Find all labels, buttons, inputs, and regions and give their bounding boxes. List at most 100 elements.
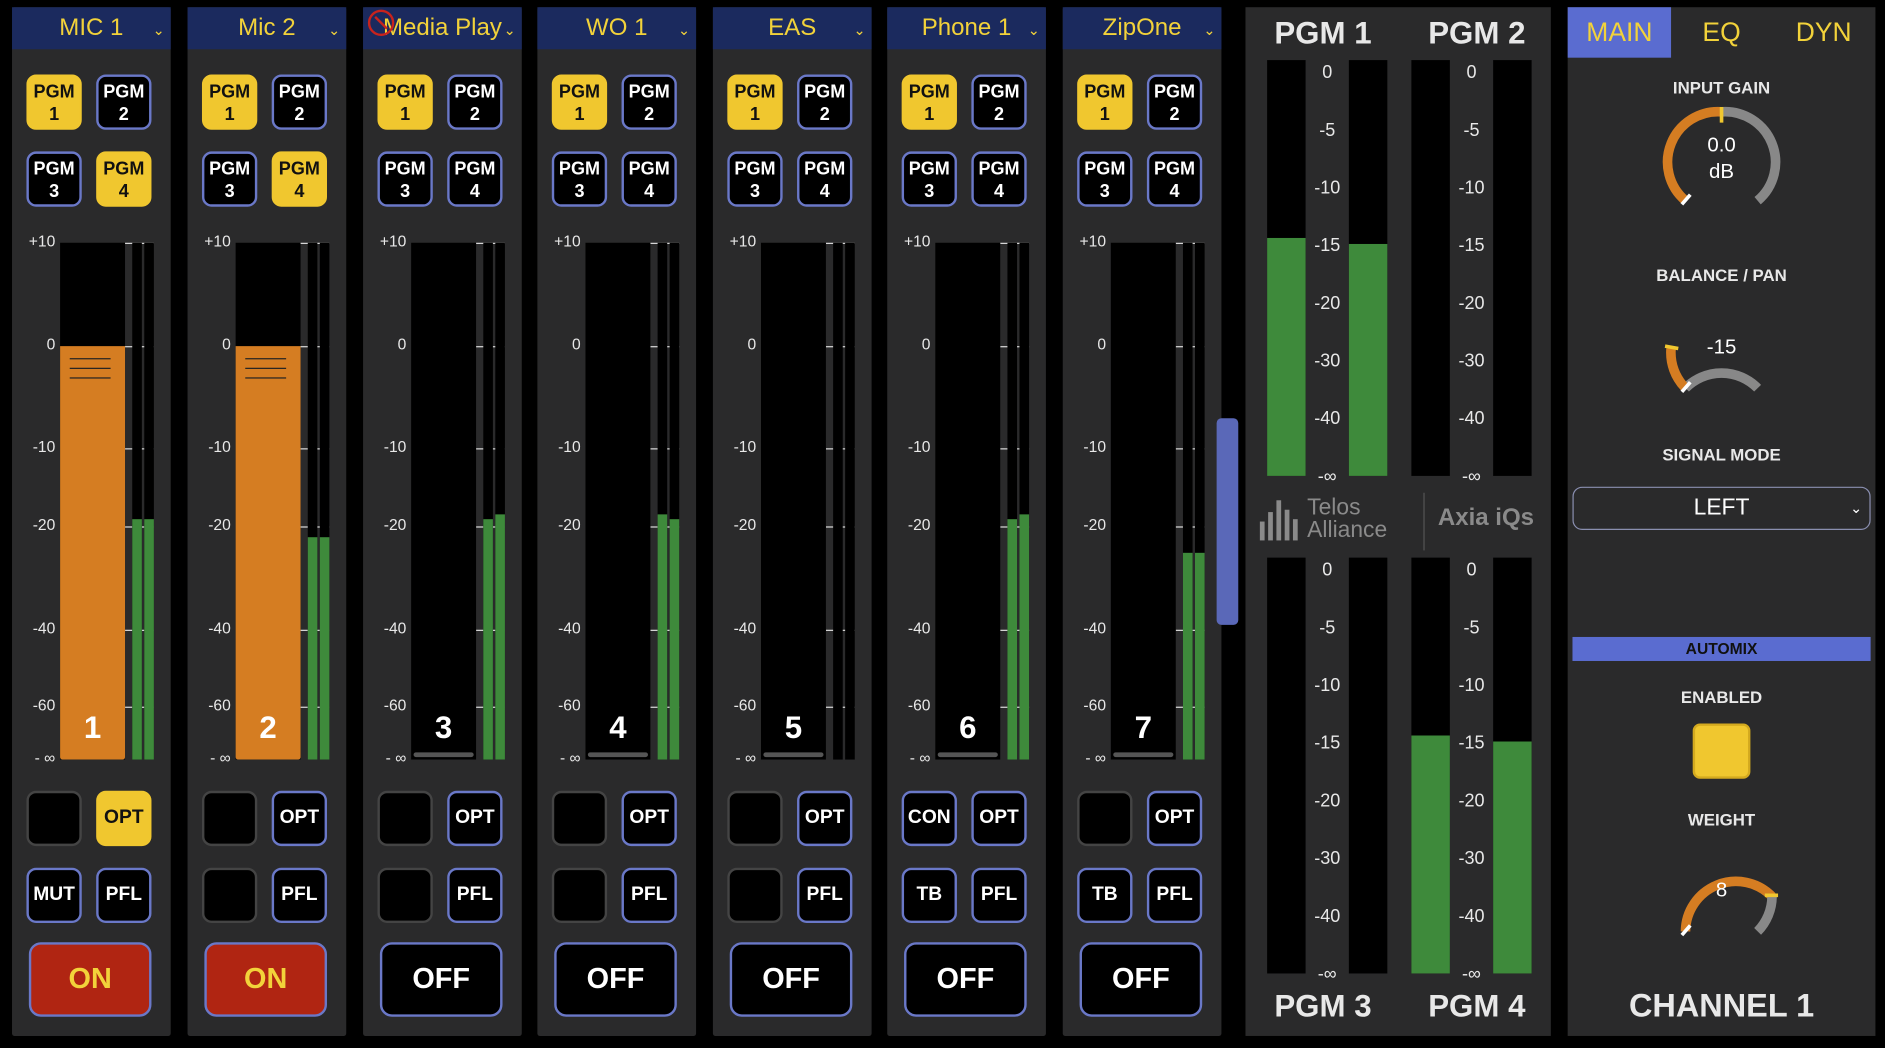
fader-handle[interactable] bbox=[235, 346, 301, 760]
pfl-button[interactable]: PFL bbox=[797, 867, 853, 923]
pgm-assign-button[interactable]: PGM 1 bbox=[551, 74, 608, 130]
pgm-assign-button[interactable]: PGM 3 bbox=[26, 151, 82, 207]
meter-scale-label: 0 bbox=[1322, 62, 1333, 83]
opt-button[interactable]: OPT bbox=[1146, 790, 1203, 847]
pgm-assign-button[interactable]: PGM 2 bbox=[447, 74, 503, 130]
pfl-button[interactable]: PFL bbox=[96, 867, 152, 923]
source-select[interactable]: EAS ⌄ bbox=[712, 7, 872, 50]
pgm-assign-button[interactable]: PGM 3 bbox=[727, 151, 783, 207]
opt-button[interactable]: OPT bbox=[447, 790, 503, 847]
pgm-assign-button[interactable]: PGM 2 bbox=[971, 74, 1027, 130]
pgm-assign-button[interactable]: PGM 2 bbox=[1146, 74, 1203, 130]
pgm3-title: PGM 3 bbox=[1274, 987, 1372, 1024]
mute-button[interactable]: MUT bbox=[26, 867, 82, 923]
pgm-assign-button[interactable]: PGM 3 bbox=[551, 151, 608, 207]
channel-number: 7 bbox=[1134, 709, 1152, 746]
con-button[interactable]: CON bbox=[901, 790, 957, 847]
panel-drag-handle[interactable] bbox=[1216, 418, 1239, 625]
pgm-assign-button[interactable]: PGM 2 bbox=[96, 74, 152, 130]
fader-scale-label: 0 bbox=[747, 335, 757, 354]
source-select[interactable]: Phone 1 ⌄ bbox=[887, 7, 1046, 50]
program-level-meter bbox=[1411, 60, 1450, 476]
pgm-assign-button[interactable]: PGM 1 bbox=[26, 74, 82, 130]
signal-mode-select[interactable]: LEFT ⌄ bbox=[1572, 486, 1871, 530]
on-button[interactable]: ON bbox=[28, 942, 152, 1017]
opt-button[interactable]: OPT bbox=[96, 790, 152, 847]
off-button[interactable]: OFF bbox=[729, 942, 853, 1017]
empty-button[interactable] bbox=[377, 867, 433, 923]
pgm-assign-button[interactable]: PGM 3 bbox=[377, 151, 433, 207]
pgm-assign-button[interactable]: PGM 1 bbox=[201, 74, 258, 130]
off-button[interactable]: OFF bbox=[554, 942, 677, 1017]
opt-button[interactable]: OPT bbox=[971, 790, 1027, 847]
fader-scale-label: -10 bbox=[383, 437, 407, 456]
pgm-assign-button[interactable]: PGM 4 bbox=[447, 151, 503, 207]
pgm-assign-button[interactable]: PGM 2 bbox=[797, 74, 853, 130]
tab-dyn[interactable]: DYN bbox=[1772, 7, 1875, 57]
pgm-assign-button[interactable]: PGM 4 bbox=[96, 151, 152, 207]
pgm-assign-button[interactable]: PGM 2 bbox=[621, 74, 677, 130]
pgm-assign-button[interactable]: PGM 3 bbox=[201, 151, 258, 207]
automix-enabled-toggle[interactable] bbox=[1692, 723, 1751, 779]
channel-title: CHANNEL 1 bbox=[1628, 987, 1815, 1024]
pfl-button[interactable]: PFL bbox=[271, 867, 327, 923]
pfl-button[interactable]: PFL bbox=[621, 867, 677, 923]
fader-handle[interactable] bbox=[937, 752, 998, 758]
pgm-assign-button[interactable]: PGM 2 bbox=[271, 74, 327, 130]
fader-track bbox=[760, 242, 826, 760]
source-select[interactable]: MIC 1 ⌄ bbox=[12, 7, 171, 50]
tab-main[interactable]: MAIN bbox=[1567, 7, 1672, 58]
pgm-assign-button[interactable]: PGM 3 bbox=[901, 151, 957, 207]
pgm-assign-button[interactable]: PGM 4 bbox=[271, 151, 327, 207]
empty-button[interactable] bbox=[1077, 790, 1133, 847]
meter-scale-label: 0 bbox=[1466, 62, 1477, 83]
pgm-assign-button[interactable]: PGM 1 bbox=[901, 74, 957, 130]
opt-button[interactable]: OPT bbox=[271, 790, 327, 847]
pgm-assign-button[interactable]: PGM 1 bbox=[1077, 74, 1133, 130]
fader-handle[interactable] bbox=[587, 752, 648, 758]
source-select[interactable]: Mic 2 ⌄ bbox=[187, 7, 347, 50]
empty-button[interactable] bbox=[26, 790, 82, 847]
fader-handle[interactable] bbox=[1113, 752, 1174, 758]
empty-button[interactable] bbox=[727, 790, 783, 847]
pfl-button[interactable]: PFL bbox=[971, 867, 1027, 923]
meter-scale-label: -20 bbox=[1314, 293, 1341, 314]
empty-button[interactable] bbox=[201, 867, 258, 923]
source-select[interactable]: Media Play ⌄ bbox=[363, 7, 522, 50]
pgm-assign-button[interactable]: PGM 3 bbox=[1077, 151, 1133, 207]
pgm-assign-button[interactable]: PGM 4 bbox=[1146, 151, 1203, 207]
pgm-assign-button[interactable]: PGM 1 bbox=[377, 74, 433, 130]
fader-handle[interactable] bbox=[763, 752, 824, 758]
on-button[interactable]: ON bbox=[204, 942, 327, 1017]
empty-button[interactable] bbox=[377, 790, 433, 847]
source-select[interactable]: WO 1 ⌄ bbox=[537, 7, 697, 50]
pgm-assign-button[interactable]: PGM 4 bbox=[621, 151, 677, 207]
source-select[interactable]: ZipOne ⌄ bbox=[1062, 7, 1222, 50]
fader-scale-label: -40 bbox=[32, 618, 56, 637]
talkback-button[interactable]: TB bbox=[901, 867, 957, 923]
fader-handle[interactable] bbox=[60, 346, 126, 760]
fader-track bbox=[411, 242, 477, 760]
pfl-button[interactable]: PFL bbox=[1146, 867, 1203, 923]
pfl-button[interactable]: PFL bbox=[447, 867, 503, 923]
channel-level-meter bbox=[1194, 242, 1205, 760]
fader-scale-label: - ∞ bbox=[385, 748, 407, 767]
off-button[interactable]: OFF bbox=[904, 942, 1027, 1017]
meter-scale-label: -5 bbox=[1319, 120, 1336, 141]
empty-button[interactable] bbox=[727, 867, 783, 923]
empty-button[interactable] bbox=[551, 867, 608, 923]
pgm-assign-button[interactable]: PGM 1 bbox=[727, 74, 783, 130]
opt-button[interactable]: OPT bbox=[797, 790, 853, 847]
empty-button[interactable] bbox=[551, 790, 608, 847]
off-button[interactable]: OFF bbox=[379, 942, 503, 1017]
off-button[interactable]: OFF bbox=[1079, 942, 1203, 1017]
opt-button[interactable]: OPT bbox=[621, 790, 677, 847]
pgm-assign-button[interactable]: PGM 4 bbox=[797, 151, 853, 207]
fader-handle[interactable] bbox=[413, 752, 474, 758]
talkback-button[interactable]: TB bbox=[1077, 867, 1133, 923]
pgm-assign-button[interactable]: PGM 4 bbox=[971, 151, 1027, 207]
axia-iqs-logo: Axia iQs bbox=[1437, 504, 1535, 532]
channel-strip: Phone 1 ⌄ PGM 1 PGM 2 PGM 3 PGM 4 +10 0 -10 -20 -40 -60… bbox=[887, 7, 1046, 1036]
tab-eq[interactable]: EQ bbox=[1671, 7, 1772, 57]
empty-button[interactable] bbox=[201, 790, 258, 847]
